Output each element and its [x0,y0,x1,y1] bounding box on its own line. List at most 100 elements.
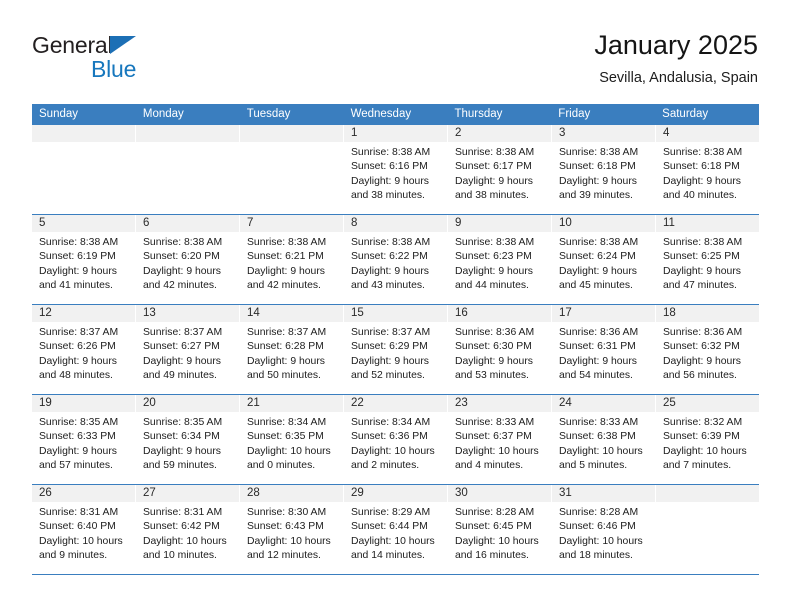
day-details: Sunrise: 8:38 AM Sunset: 6:17 PM Daylight:… [448,142,551,214]
calendar-day-cell[interactable]: 27 Sunrise: 8:31 AM Sunset: 6:42 PM Dayligh… [136,485,240,574]
sunset-text: Sunset: 6:45 PM [455,521,532,533]
daylight-text-cont: and 47 minutes. [663,280,737,292]
daylight-text: Daylight: 10 hours [455,535,539,547]
sunrise-text: Sunrise: 8:28 AM [559,507,639,518]
calendar-week-row: 1 Sunrise: 8:38 AM Sunset: 6:16 PM Daylight… [32,125,759,215]
sunset-text: Sunset: 6:18 PM [559,161,636,173]
daylight-text: Daylight: 9 hours [247,355,325,367]
daylight-text: Daylight: 10 hours [143,535,227,547]
title-block: January 2025 Sevilla, Andalusia, Spain [594,28,758,89]
day-details: Sunrise: 8:38 AM Sunset: 6:18 PM Daylight:… [552,142,655,214]
general-blue-logo[interactable]: General Blue [32,32,212,90]
day-number: 23 [448,395,551,412]
sunrise-text: Sunrise: 8:36 AM [663,327,743,338]
calendar-day-cell[interactable]: 11 Sunrise: 8:38 AM Sunset: 6:25 PM Dayligh… [656,215,759,304]
day-details: Sunrise: 8:33 AM Sunset: 6:38 PM Daylight:… [552,412,655,484]
sunset-text: Sunset: 6:22 PM [351,251,428,263]
calendar-day-cell[interactable]: 8 Sunrise: 8:38 AM Sunset: 6:22 PM Daylight… [344,215,448,304]
calendar-day-cell[interactable]: 23 Sunrise: 8:33 AM Sunset: 6:37 PM Dayligh… [448,395,552,484]
calendar-day-cell[interactable]: 13 Sunrise: 8:37 AM Sunset: 6:27 PM Dayligh… [136,305,240,394]
daylight-text-cont: and 40 minutes. [663,190,737,202]
sunrise-text: Sunrise: 8:37 AM [143,327,223,338]
calendar-day-cell[interactable]: 6 Sunrise: 8:38 AM Sunset: 6:20 PM Daylight… [136,215,240,304]
sunrise-text: Sunrise: 8:28 AM [455,507,535,518]
calendar-day-cell[interactable]: 7 Sunrise: 8:38 AM Sunset: 6:21 PM Daylight… [240,215,344,304]
calendar-day-cell[interactable]: 29 Sunrise: 8:29 AM Sunset: 6:44 PM Dayligh… [344,485,448,574]
logo-word-blue: Blue [91,56,137,82]
daylight-text-cont: and 18 minutes. [559,550,633,562]
day-details [136,142,239,214]
day-details: Sunrise: 8:35 AM Sunset: 6:33 PM Daylight:… [32,412,135,484]
calendar-day-cell[interactable]: 24 Sunrise: 8:33 AM Sunset: 6:38 PM Dayligh… [552,395,656,484]
sunset-text: Sunset: 6:36 PM [351,431,428,443]
sunset-text: Sunset: 6:43 PM [247,521,324,533]
daylight-text-cont: and 43 minutes. [351,280,425,292]
calendar-day-cell[interactable]: 9 Sunrise: 8:38 AM Sunset: 6:23 PM Daylight… [448,215,552,304]
day-number: 2 [448,125,551,142]
day-number: 11 [656,215,759,232]
daylight-text: Daylight: 10 hours [247,535,331,547]
sunrise-text: Sunrise: 8:36 AM [455,327,535,338]
calendar-day-cell[interactable]: 15 Sunrise: 8:37 AM Sunset: 6:29 PM Dayligh… [344,305,448,394]
sunset-text: Sunset: 6:27 PM [143,341,220,353]
logo-text-general: General [32,32,212,58]
sunrise-text: Sunrise: 8:30 AM [247,507,327,518]
daylight-text-cont: and 49 minutes. [143,370,217,382]
weekday-header-wednesday: Wednesday [350,108,412,120]
daylight-text: Daylight: 10 hours [351,445,435,457]
sunset-text: Sunset: 6:34 PM [143,431,220,443]
calendar-day-cell[interactable]: 2 Sunrise: 8:38 AM Sunset: 6:17 PM Daylight… [448,125,552,214]
daylight-text: Daylight: 9 hours [455,355,533,367]
sunset-text: Sunset: 6:16 PM [351,161,428,173]
daylight-text-cont: and 12 minutes. [247,550,321,562]
sunrise-text: Sunrise: 8:37 AM [247,327,327,338]
daylight-text: Daylight: 10 hours [39,535,123,547]
calendar-day-cell[interactable]: 31 Sunrise: 8:28 AM Sunset: 6:46 PM Dayligh… [552,485,656,574]
sunrise-text: Sunrise: 8:34 AM [351,417,431,428]
calendar-day-cell[interactable]: 12 Sunrise: 8:37 AM Sunset: 6:26 PM Dayligh… [32,305,136,394]
calendar-day-cell[interactable]: 25 Sunrise: 8:32 AM Sunset: 6:39 PM Dayligh… [656,395,759,484]
day-details: Sunrise: 8:31 AM Sunset: 6:40 PM Daylight:… [32,502,135,574]
calendar-weeks: 1 Sunrise: 8:38 AM Sunset: 6:16 PM Daylight… [32,125,759,575]
calendar-day-cell[interactable]: 19 Sunrise: 8:35 AM Sunset: 6:33 PM Dayligh… [32,395,136,484]
sunrise-text: Sunrise: 8:35 AM [143,417,223,428]
day-details: Sunrise: 8:33 AM Sunset: 6:37 PM Daylight:… [448,412,551,484]
calendar-day-cell[interactable]: 16 Sunrise: 8:36 AM Sunset: 6:30 PM Dayligh… [448,305,552,394]
calendar-day-cell[interactable]: 26 Sunrise: 8:31 AM Sunset: 6:40 PM Dayligh… [32,485,136,574]
calendar-day-cell[interactable]: 28 Sunrise: 8:30 AM Sunset: 6:43 PM Dayligh… [240,485,344,574]
calendar-day-cell[interactable]: 14 Sunrise: 8:37 AM Sunset: 6:28 PM Dayligh… [240,305,344,394]
sunrise-text: Sunrise: 8:33 AM [455,417,535,428]
calendar-day-cell[interactable]: 18 Sunrise: 8:36 AM Sunset: 6:32 PM Dayligh… [656,305,759,394]
day-number [240,125,343,142]
calendar-day-cell[interactable]: 22 Sunrise: 8:34 AM Sunset: 6:36 PM Dayligh… [344,395,448,484]
day-details: Sunrise: 8:37 AM Sunset: 6:29 PM Daylight:… [344,322,447,394]
calendar-day-cell[interactable]: 21 Sunrise: 8:34 AM Sunset: 6:35 PM Dayligh… [240,395,344,484]
daylight-text: Daylight: 9 hours [559,355,637,367]
day-number: 10 [552,215,655,232]
sunrise-text: Sunrise: 8:38 AM [663,147,743,158]
sunrise-text: Sunrise: 8:32 AM [663,417,743,428]
calendar-grid: Sunday Monday Tuesday Wednesday Thursday… [32,104,759,575]
calendar-day-cell[interactable]: 17 Sunrise: 8:36 AM Sunset: 6:31 PM Dayligh… [552,305,656,394]
sunset-text: Sunset: 6:26 PM [39,341,116,353]
calendar-day-cell[interactable]: 3 Sunrise: 8:38 AM Sunset: 6:18 PM Daylight… [552,125,656,214]
day-number [136,125,239,142]
daylight-text: Daylight: 9 hours [559,175,637,187]
calendar-day-cell[interactable]: 4 Sunrise: 8:38 AM Sunset: 6:18 PM Daylight… [656,125,759,214]
calendar-day-cell[interactable]: 20 Sunrise: 8:35 AM Sunset: 6:34 PM Dayligh… [136,395,240,484]
day-details: Sunrise: 8:37 AM Sunset: 6:27 PM Daylight:… [136,322,239,394]
sunset-text: Sunset: 6:23 PM [455,251,532,263]
sunrise-text: Sunrise: 8:35 AM [39,417,119,428]
calendar-day-cell[interactable]: 30 Sunrise: 8:28 AM Sunset: 6:45 PM Dayligh… [448,485,552,574]
calendar-day-cell[interactable]: 10 Sunrise: 8:38 AM Sunset: 6:24 PM Dayligh… [552,215,656,304]
calendar-day-cell[interactable]: 1 Sunrise: 8:38 AM Sunset: 6:16 PM Daylight… [344,125,448,214]
sunrise-text: Sunrise: 8:34 AM [247,417,327,428]
day-number: 22 [344,395,447,412]
page-header: General Blue January 2025 Sevilla, Andal… [32,28,758,96]
day-details: Sunrise: 8:36 AM Sunset: 6:32 PM Daylight:… [656,322,759,394]
sunset-text: Sunset: 6:37 PM [455,431,532,443]
day-details [32,142,135,214]
sunrise-text: Sunrise: 8:37 AM [39,327,119,338]
calendar-day-cell[interactable]: 5 Sunrise: 8:38 AM Sunset: 6:19 PM Daylight… [32,215,136,304]
day-details: Sunrise: 8:38 AM Sunset: 6:19 PM Daylight:… [32,232,135,304]
